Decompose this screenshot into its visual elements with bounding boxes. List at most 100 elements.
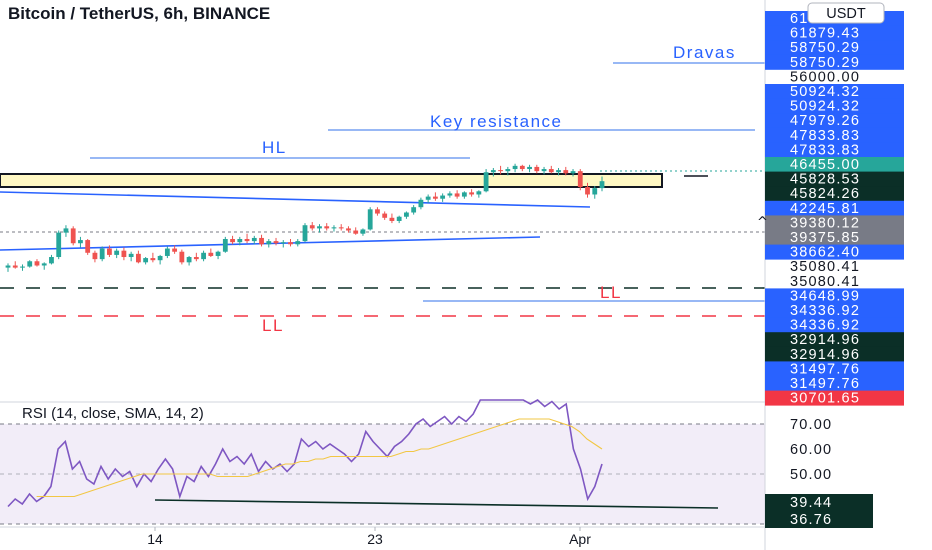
currency-label[interactable]: USDT xyxy=(826,6,866,22)
candle-body[interactable] xyxy=(592,188,598,195)
candle-body[interactable] xyxy=(172,248,178,252)
candle-body[interactable] xyxy=(512,165,518,170)
candle-body[interactable] xyxy=(577,171,583,188)
candle-body[interactable] xyxy=(505,169,511,172)
candle-body[interactable] xyxy=(396,216,402,221)
candle-body[interactable] xyxy=(346,228,351,231)
candle-body[interactable] xyxy=(454,193,460,197)
candle-body[interactable] xyxy=(483,172,489,192)
rsi-value-tag-label: 36.76 xyxy=(790,512,832,528)
candle-body[interactable] xyxy=(519,165,525,170)
candle-body[interactable] xyxy=(288,242,293,245)
candle-body[interactable] xyxy=(556,170,561,173)
hl-label[interactable]: HL xyxy=(262,138,287,157)
candle-body[interactable] xyxy=(34,261,40,266)
candle-body[interactable] xyxy=(599,181,605,189)
candle-body[interactable] xyxy=(5,265,11,268)
candle-body[interactable] xyxy=(389,217,395,221)
candle-body[interactable] xyxy=(63,228,69,233)
candle-body[interactable] xyxy=(585,187,590,195)
candle-body[interactable] xyxy=(27,261,33,267)
ll-top-label[interactable]: LL xyxy=(600,283,622,302)
candle-body[interactable] xyxy=(56,232,62,258)
candle-body[interactable] xyxy=(78,240,83,244)
candle-body[interactable] xyxy=(193,257,199,260)
price-tag-label: 47833.83 xyxy=(790,142,860,158)
candle-body[interactable] xyxy=(266,241,272,245)
candle-body[interactable] xyxy=(85,240,91,253)
candle-body[interactable] xyxy=(230,239,235,243)
support-zone[interactable] xyxy=(0,173,663,188)
candle-body[interactable] xyxy=(527,166,532,170)
candle-body[interactable] xyxy=(309,225,315,229)
candle-body[interactable] xyxy=(541,169,547,172)
candle-body[interactable] xyxy=(469,192,475,195)
candle-body[interactable] xyxy=(498,170,503,172)
candle-body[interactable] xyxy=(201,252,206,260)
candle-body[interactable] xyxy=(157,255,163,261)
candle-body[interactable] xyxy=(461,192,467,197)
candle-body[interactable] xyxy=(367,209,373,230)
rsi-value-tag-label: 39.44 xyxy=(790,495,832,511)
candle-body[interactable] xyxy=(143,258,149,263)
candle-body[interactable] xyxy=(432,196,438,199)
candle-body[interactable] xyxy=(476,191,482,195)
candle-body[interactable] xyxy=(440,195,446,199)
candle-body[interactable] xyxy=(353,230,359,234)
candle-body[interactable] xyxy=(418,199,424,208)
candle-body[interactable] xyxy=(534,166,540,172)
candle-body[interactable] xyxy=(251,237,257,242)
candle-body[interactable] xyxy=(382,213,388,218)
wedge-upper-line[interactable] xyxy=(0,191,591,208)
candle-body[interactable] xyxy=(375,209,380,214)
candle-body[interactable] xyxy=(338,227,344,229)
ll-bottom-label[interactable]: LL xyxy=(262,316,284,335)
candle-body[interactable] xyxy=(563,170,569,174)
candle-body[interactable] xyxy=(360,229,366,234)
candle-body[interactable] xyxy=(215,251,221,256)
candle-body[interactable] xyxy=(237,239,243,243)
candle-body[interactable] xyxy=(570,171,576,174)
candle-body[interactable] xyxy=(295,241,301,245)
candle-body[interactable] xyxy=(273,241,279,244)
candle-body[interactable] xyxy=(280,242,286,244)
candle-body[interactable] xyxy=(208,252,214,256)
price-tag-label: 34336.92 xyxy=(790,303,860,319)
candle-body[interactable] xyxy=(150,258,156,261)
candle-body[interactable] xyxy=(222,239,228,252)
candle-body[interactable] xyxy=(107,248,112,255)
candle-body[interactable] xyxy=(244,239,250,242)
drawing-layer: HL Key resistance Dravas LL LL xyxy=(0,43,765,335)
candle-body[interactable] xyxy=(49,257,54,264)
candle-body[interactable] xyxy=(186,257,192,263)
candle-body[interactable] xyxy=(70,228,76,244)
dravas-label[interactable]: Dravas xyxy=(673,43,736,62)
price-tag-label: 35080.41 xyxy=(790,274,860,290)
candle-body[interactable] xyxy=(92,252,98,260)
rsi-title: RSI (14, close, SMA, 14, 2) xyxy=(22,405,204,422)
candle-body[interactable] xyxy=(331,227,337,229)
candle-body[interactable] xyxy=(411,207,417,213)
candle-body[interactable] xyxy=(164,248,170,256)
candle-body[interactable] xyxy=(128,253,134,258)
candle-body[interactable] xyxy=(12,265,18,268)
candle-body[interactable] xyxy=(447,193,453,196)
key-resistance-label[interactable]: Key resistance xyxy=(430,112,563,131)
alert-marker-icon[interactable]: ^ xyxy=(757,215,768,230)
candle-body[interactable] xyxy=(490,170,496,173)
candle-body[interactable] xyxy=(404,212,409,217)
candle-body[interactable] xyxy=(114,250,120,255)
candle-body[interactable] xyxy=(121,250,127,258)
candle-body[interactable] xyxy=(41,263,47,266)
candle-body[interactable] xyxy=(324,226,330,229)
candle-body[interactable] xyxy=(548,169,554,173)
price-tag-label: 46455.00 xyxy=(790,157,860,173)
candle-body[interactable] xyxy=(20,266,25,268)
candle-body[interactable] xyxy=(135,253,141,263)
candle-body[interactable] xyxy=(302,225,308,242)
candle-body[interactable] xyxy=(317,226,322,229)
candle-body[interactable] xyxy=(259,237,264,245)
candle-body[interactable] xyxy=(179,251,185,263)
candle-body[interactable] xyxy=(425,196,431,200)
candle-body[interactable] xyxy=(99,248,105,260)
